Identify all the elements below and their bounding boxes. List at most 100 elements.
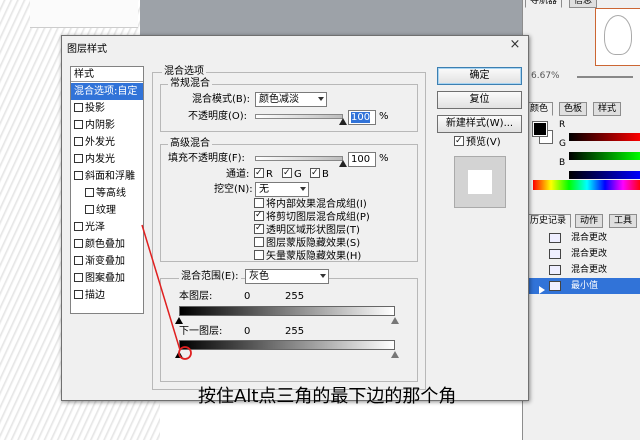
- style-checkbox[interactable]: [74, 137, 83, 146]
- blend-mode-dropdown[interactable]: 颜色减淡: [255, 92, 327, 107]
- style-item-texture[interactable]: 纹理: [71, 202, 143, 219]
- underlying-layer-gradient-bar: [179, 340, 395, 350]
- tab-tools[interactable]: 工具: [609, 214, 638, 228]
- opacity-slider[interactable]: [255, 114, 343, 119]
- advanced-blending-title: 高级混合: [168, 138, 212, 150]
- tab-navigator[interactable]: 导航器: [525, 0, 563, 8]
- new-style-button[interactable]: 新建样式(W)...: [437, 115, 522, 133]
- underlying-layer-min: 0: [244, 326, 251, 337]
- style-item-label: 图案叠加: [85, 273, 125, 284]
- channel-b-slider[interactable]: [569, 171, 640, 179]
- transparency-shapes-layer-checkbox[interactable]: 透明区域形状图层(T): [254, 222, 360, 237]
- channel-g-slider[interactable]: [569, 152, 640, 160]
- underlying-layer-black-slider-icon[interactable]: [175, 351, 183, 358]
- tab-history[interactable]: 历史记录: [525, 214, 572, 228]
- knockout-value: 无: [259, 184, 269, 195]
- style-preview-swatch: [454, 156, 506, 208]
- history-item[interactable]: 混合更改: [525, 230, 640, 246]
- fill-opacity-input[interactable]: 100: [348, 152, 376, 167]
- channel-r-slider[interactable]: [569, 133, 640, 141]
- dialog-title: 图层样式: [67, 44, 107, 55]
- style-item-contour[interactable]: 等高线: [71, 185, 143, 202]
- knockout-dropdown[interactable]: 无: [255, 182, 309, 197]
- layer-style-dialog: 图层样式 × 样式 混合选项:自定 投影 内阴影 外发光 内发光 斜面和浮雕 等…: [61, 35, 529, 401]
- style-item-label: 颜色叠加: [85, 239, 125, 250]
- style-item-label: 内发光: [85, 154, 115, 165]
- styles-list-header[interactable]: 样式: [71, 67, 143, 82]
- blend-clipped-layers-checkbox[interactable]: 将剪切图层混合成组(P): [254, 209, 370, 224]
- this-layer-black-slider-icon[interactable]: [175, 317, 183, 324]
- style-item-blending-options[interactable]: 混合选项:自定: [71, 83, 143, 100]
- style-item-inner-shadow[interactable]: 内阴影: [71, 117, 143, 134]
- tab-info[interactable]: 信息: [569, 0, 598, 8]
- blending-options-title: 混合选项: [162, 66, 206, 78]
- style-item-inner-glow[interactable]: 内发光: [71, 151, 143, 168]
- style-checkbox[interactable]: [74, 120, 83, 129]
- checkbox-check-icon: [454, 134, 464, 148]
- history-item-label: 混合更改: [571, 233, 608, 243]
- style-item-bevel-emboss[interactable]: 斜面和浮雕: [71, 168, 143, 185]
- tab-swatches[interactable]: 色板: [559, 102, 588, 116]
- style-item-color-overlay[interactable]: 颜色叠加: [71, 236, 143, 253]
- underlying-layer-white-slider-icon[interactable]: [391, 351, 399, 358]
- close-icon[interactable]: ×: [508, 38, 522, 52]
- canvas-pasteboard: [140, 0, 522, 40]
- zoom-slider[interactable]: [577, 76, 633, 78]
- this-layer-white-slider-icon[interactable]: [391, 317, 399, 324]
- reset-button[interactable]: 复位: [437, 91, 522, 109]
- color-spectrum-bar[interactable]: [533, 180, 640, 190]
- style-checkbox[interactable]: [85, 188, 94, 197]
- navigator-thumbnail[interactable]: [595, 8, 640, 66]
- history-item[interactable]: 混合更改: [525, 246, 640, 262]
- fill-opacity-slider[interactable]: [255, 156, 343, 161]
- style-item-label: 外发光: [85, 137, 115, 148]
- history-panel: 历史记录 动作 工具 混合更改 混合更改 混合更改 最小值: [525, 214, 640, 304]
- style-item-label: 渐变叠加: [85, 256, 125, 267]
- fill-opacity-slider-thumb[interactable]: [339, 160, 347, 167]
- style-checkbox[interactable]: [74, 222, 83, 231]
- fill-opacity-label: 填充不透明度(F):: [168, 153, 245, 164]
- right-panel-dock: 导航器 信息 6.67% 颜色 色板 样式 R G B 历史记录 动作 工具 混…: [522, 0, 640, 440]
- channel-b-checkbox[interactable]: B: [310, 166, 329, 182]
- blend-interior-effects-checkbox[interactable]: 将内部效果混合成组(I): [254, 198, 367, 211]
- channel-g-checkbox[interactable]: G: [282, 166, 302, 182]
- this-layer-label: 本图层:: [179, 291, 213, 302]
- history-item[interactable]: 混合更改: [525, 262, 640, 278]
- checkbox-icon: [254, 250, 264, 260]
- tab-actions[interactable]: 动作: [575, 214, 604, 228]
- style-item-pattern-overlay[interactable]: 图案叠加: [71, 270, 143, 287]
- history-step-icon: [549, 281, 561, 291]
- this-layer-min: 0: [244, 291, 251, 302]
- preview-checkbox[interactable]: 预览(V): [454, 134, 501, 150]
- checkbox-icon: [254, 237, 264, 247]
- channel-r-checkbox[interactable]: R: [254, 166, 273, 182]
- style-checkbox[interactable]: [85, 205, 94, 214]
- style-checkbox[interactable]: [74, 239, 83, 248]
- style-item-satin[interactable]: 光泽: [71, 219, 143, 236]
- history-item-label: 最小值: [571, 281, 599, 291]
- blend-if-dropdown[interactable]: 灰色: [245, 269, 329, 284]
- style-item-gradient-overlay[interactable]: 渐变叠加: [71, 253, 143, 270]
- style-checkbox[interactable]: [74, 103, 83, 112]
- tab-styles[interactable]: 样式: [593, 102, 622, 116]
- opacity-slider-thumb[interactable]: [339, 118, 347, 125]
- style-checkbox[interactable]: [74, 256, 83, 265]
- style-checkbox[interactable]: [74, 273, 83, 282]
- opacity-input[interactable]: 100: [348, 110, 376, 125]
- channels-label: 通道:: [226, 169, 250, 180]
- channel-b-checkbox-label: B: [322, 169, 329, 180]
- style-item-outer-glow[interactable]: 外发光: [71, 134, 143, 151]
- underlying-layer-max: 255: [285, 326, 305, 337]
- foreground-color-swatch[interactable]: [532, 121, 548, 137]
- thumbnail-sketch: [604, 15, 632, 55]
- style-checkbox[interactable]: [74, 171, 83, 180]
- vector-mask-hides-effects-checkbox[interactable]: 矢量蒙版隐藏效果(H): [254, 250, 361, 263]
- tab-color[interactable]: 颜色: [525, 102, 554, 116]
- style-item-stroke[interactable]: 描边: [71, 287, 143, 304]
- style-checkbox[interactable]: [74, 290, 83, 299]
- channel-r-checkbox-label: R: [266, 169, 273, 180]
- style-checkbox[interactable]: [74, 154, 83, 163]
- style-item-drop-shadow[interactable]: 投影: [71, 100, 143, 117]
- ok-button[interactable]: 确定: [437, 67, 522, 85]
- layer-mask-hides-effects-checkbox[interactable]: 图层蒙版隐藏效果(S): [254, 237, 360, 250]
